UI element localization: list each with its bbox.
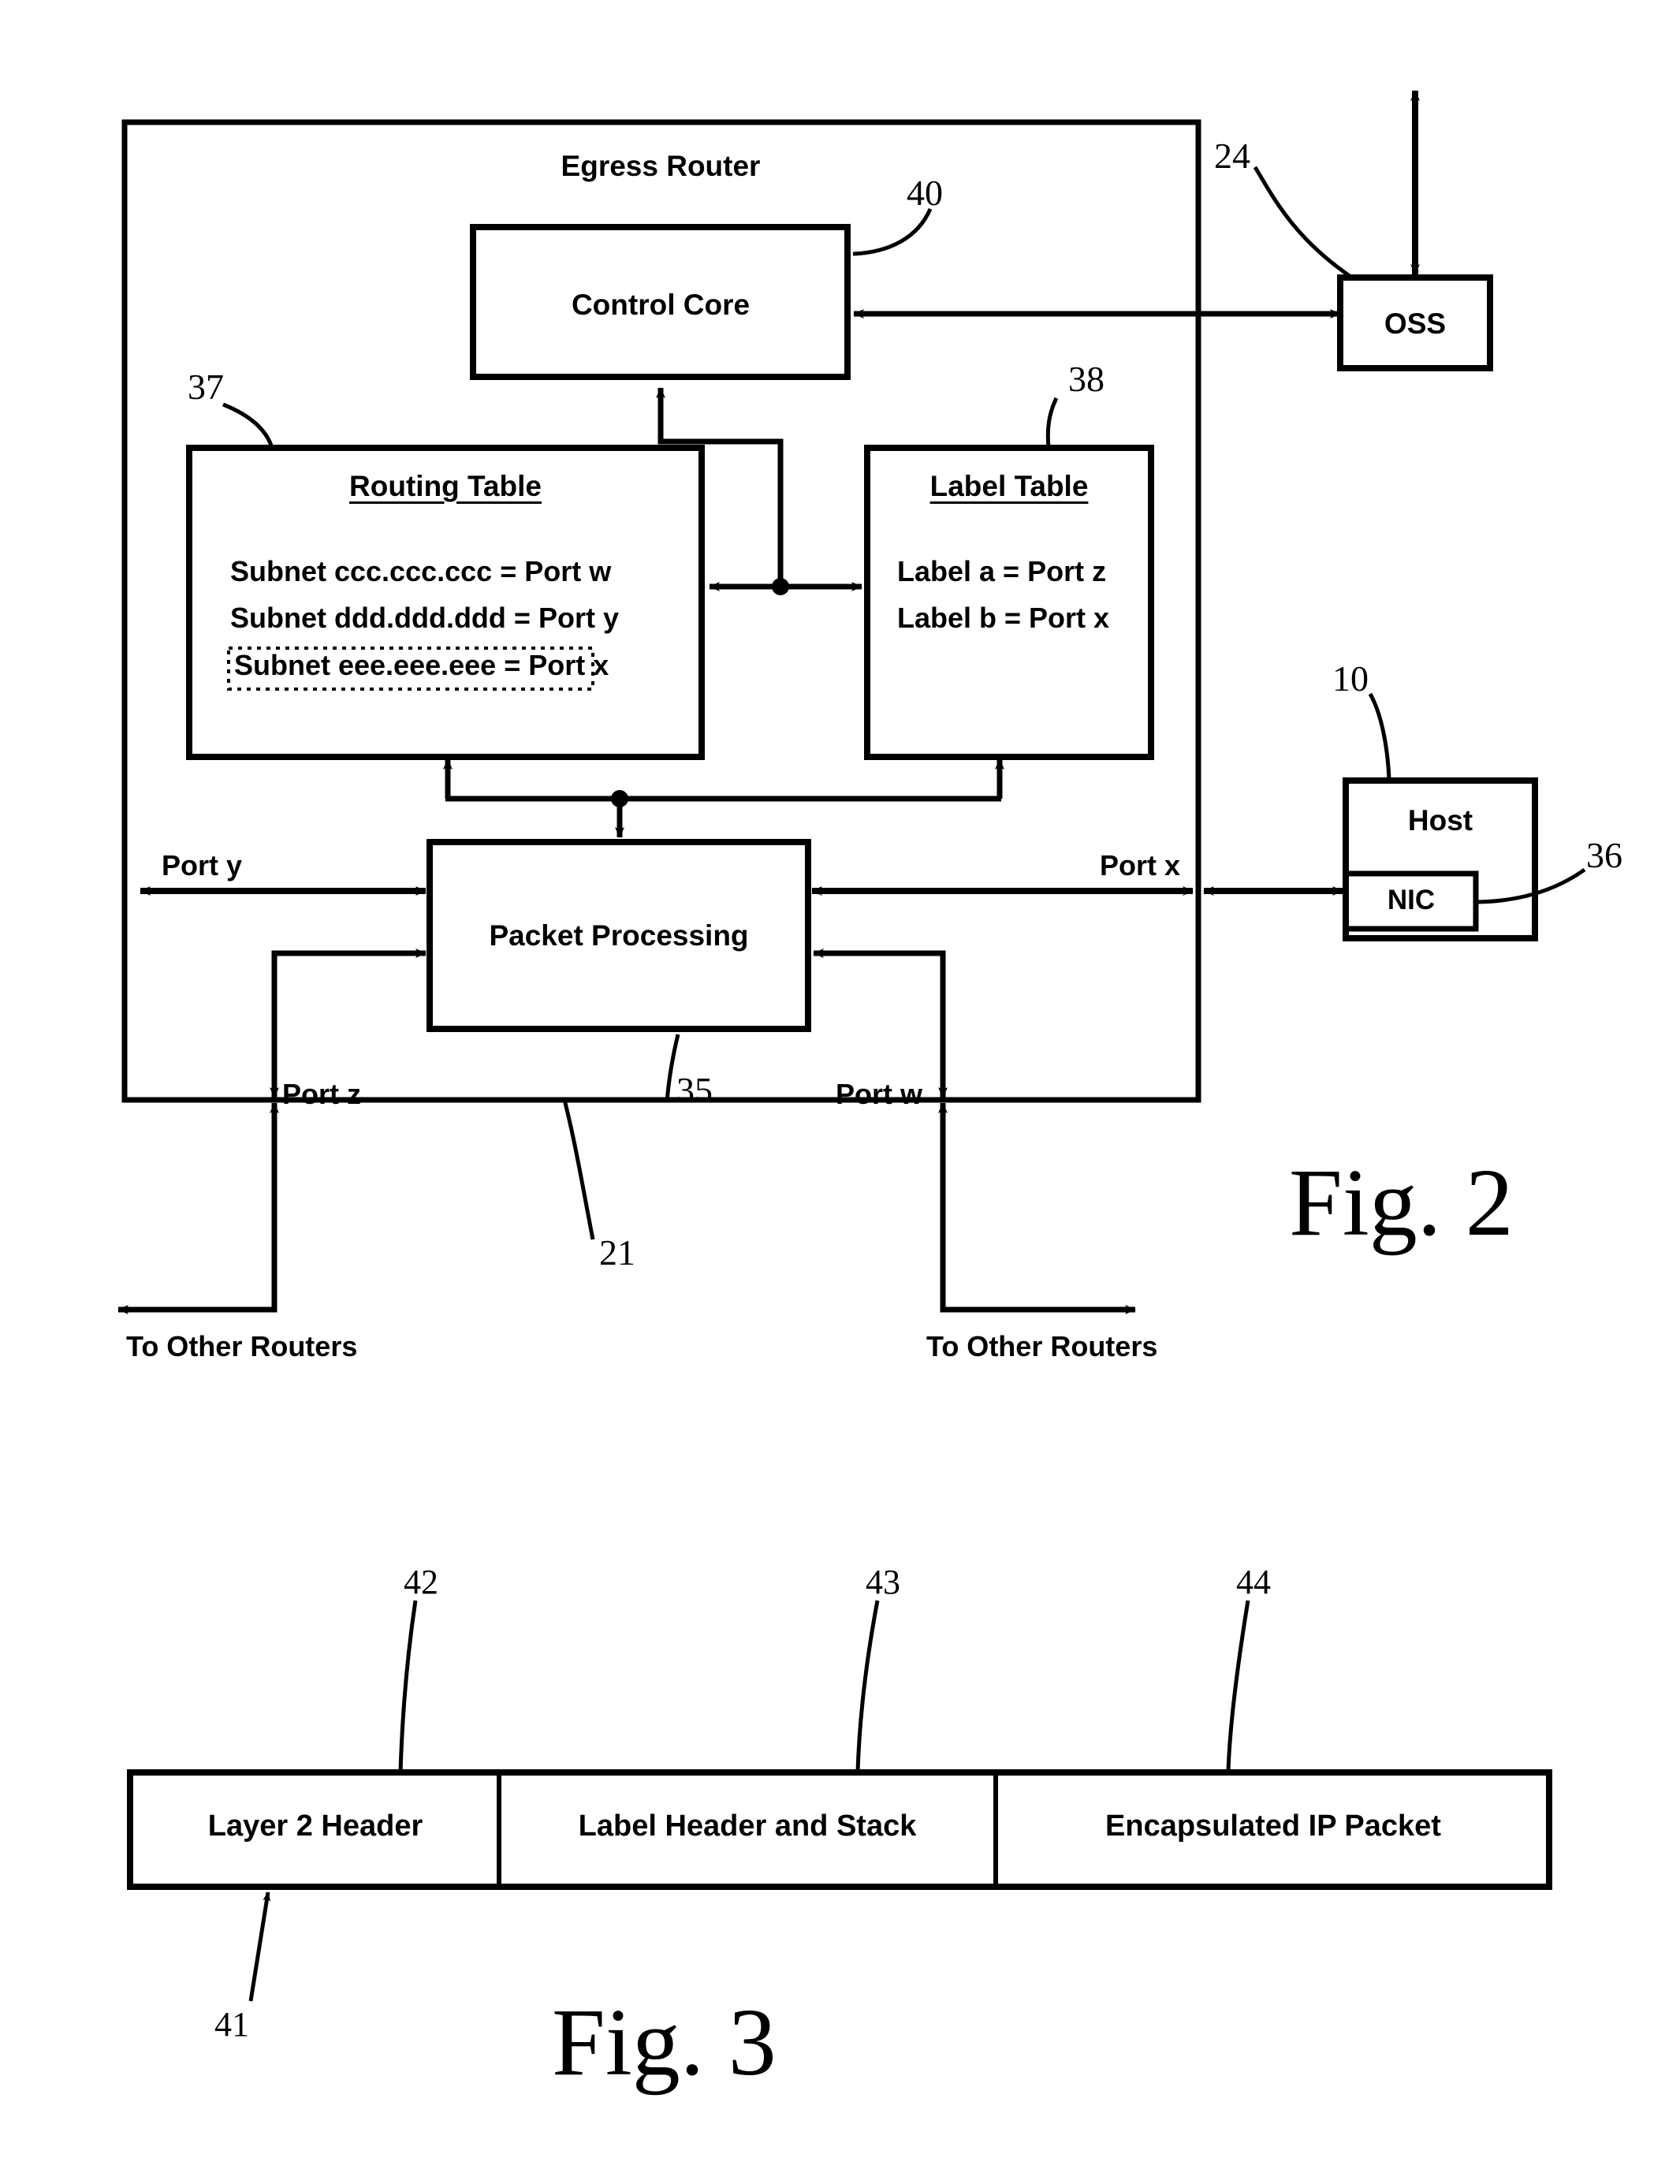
tables-interlink [656, 387, 862, 595]
packet-field-1-label: Label Header and Stack [578, 1809, 917, 1843]
patent-figure-sheet: Egress Router Control Core 40 Routing Ta… [0, 0, 1680, 2184]
packet-processing-label: Packet Processing [489, 919, 749, 952]
port-x-label: Port x [1100, 849, 1181, 881]
oss-label: OSS [1384, 307, 1447, 340]
port-w-link [813, 949, 1136, 1314]
packet-field-0-label: Layer 2 Header [207, 1809, 423, 1843]
label-table-row-1: Label b = Port x [897, 602, 1110, 634]
to-other-routers-right-label: To Other Routers [926, 1330, 1158, 1362]
ref-44: 44 [1236, 1563, 1271, 1601]
port-y-label: Port y [162, 849, 243, 881]
ref-41: 41 [214, 2005, 249, 2044]
routing-table-row-0: Subnet ccc.ccc.ccc = Port w [230, 555, 612, 587]
port-z-label: Port z [282, 1078, 362, 1110]
packet-processing-tables-bus [443, 758, 1004, 838]
ref-24: 24 [1214, 136, 1250, 176]
label-table-title: Label Table [929, 470, 1089, 502]
routing-table-title: Routing Table [349, 470, 542, 502]
routing-table-row-1: Subnet ddd.ddd.ddd = Port y [230, 602, 619, 634]
host-label: Host [1407, 804, 1473, 837]
ref-21: 21 [599, 1232, 635, 1273]
nic-label: NIC [1387, 885, 1436, 915]
label-table-row-0: Label a = Port z [897, 555, 1107, 587]
port-w-label: Port w [836, 1078, 923, 1110]
control-core-label: Control Core [571, 289, 751, 321]
to-other-routers-left-label: To Other Routers [126, 1330, 358, 1362]
ref-35: 35 [676, 1070, 713, 1110]
figure-3-caption: Fig. 3 [552, 1989, 777, 2096]
ref-38: 38 [1068, 359, 1104, 399]
ref-37: 37 [188, 367, 224, 407]
ref-40: 40 [907, 173, 943, 213]
reference-leaders-fig3 [248, 1600, 1250, 2002]
ref-36: 36 [1586, 835, 1622, 875]
port-z-link [117, 949, 427, 1314]
ref-10: 10 [1332, 658, 1369, 699]
ref-43: 43 [866, 1563, 900, 1601]
routing-table-row-2: Subnet eee.eee.eee = Port x [234, 649, 609, 681]
ref-42: 42 [404, 1563, 438, 1601]
figure-2-caption: Fig. 2 [1289, 1150, 1514, 1256]
packet-field-2-label: Encapsulated IP Packet [1105, 1809, 1441, 1843]
egress-router-title: Egress Router [561, 150, 761, 182]
